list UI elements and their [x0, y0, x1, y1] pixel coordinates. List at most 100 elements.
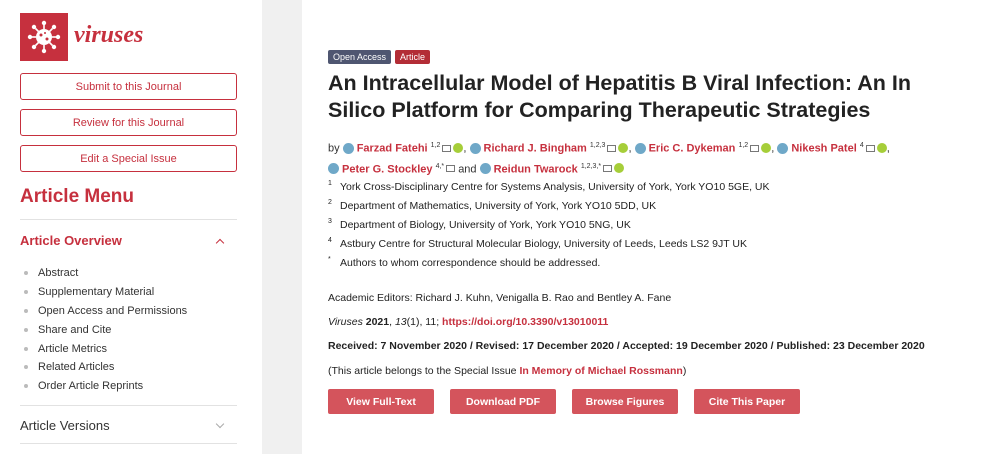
citation-journal: Viruses: [328, 316, 363, 328]
menu-item-abstract[interactable]: Abstract: [24, 264, 187, 283]
affiliation-row: 3 Department of Biology, University of Yo…: [328, 218, 770, 238]
menu-item-label: Order Article Reprints: [38, 380, 144, 393]
affiliation-number: 2: [328, 199, 332, 206]
author-profile-icon[interactable]: [634, 142, 646, 154]
article-type-badge: Article: [395, 50, 431, 64]
menu-item-related[interactable]: Related Articles: [24, 358, 187, 377]
author-profile-icon[interactable]: [777, 142, 789, 154]
author-affiliation-sup: 1,2,3,*: [580, 162, 602, 170]
divider: [20, 219, 237, 220]
author-link[interactable]: Farzad Fatehi: [357, 143, 428, 155]
menu-item-open-access[interactable]: Open Access and Permissions: [24, 302, 187, 321]
article-overview-list: Abstract Supplementary Material Open Acc…: [24, 264, 187, 396]
doi-link[interactable]: https://doi.org/10.3390/v13010011: [442, 316, 608, 328]
menu-item-label: Related Articles: [38, 361, 115, 374]
citation-year: 2021: [365, 316, 390, 328]
browse-figures-button[interactable]: Browse Figures: [572, 389, 678, 414]
email-icon[interactable]: [442, 144, 452, 152]
menu-item-label: Share and Cite: [38, 323, 112, 336]
author-affiliation-sup: 4,*: [435, 162, 445, 170]
orcid-icon[interactable]: [453, 142, 464, 153]
by-label: by: [328, 142, 340, 155]
email-icon[interactable]: [446, 165, 456, 173]
author-profile-icon[interactable]: [479, 163, 491, 175]
affiliation-number: 1: [328, 180, 332, 187]
author-link[interactable]: Peter G. Stockley: [342, 163, 433, 175]
author-affiliation-sup: 1,2,3: [589, 142, 606, 149]
menu-item-supplementary[interactable]: Supplementary Material: [24, 283, 187, 302]
author-link[interactable]: Eric C. Dykeman: [649, 143, 736, 155]
special-issue-note: (This article belongs to the Special Iss…: [328, 365, 686, 377]
article-title: An Intracellular Model of Hepatitis B Vi…: [328, 71, 911, 122]
chevron-down-icon: [215, 419, 225, 428]
edit-special-issue-button[interactable]: Edit a Special Issue: [20, 145, 237, 172]
email-icon[interactable]: [603, 165, 613, 173]
email-icon[interactable]: [607, 144, 617, 152]
orcid-icon[interactable]: [614, 163, 625, 174]
article-menu-title: Article Menu: [20, 186, 135, 207]
menu-item-metrics[interactable]: Article Metrics: [24, 339, 187, 358]
author-list: by Farzad Fatehi 1,2, Richard J. Bingham…: [328, 142, 890, 176]
orcid-icon[interactable]: [761, 142, 772, 153]
author-link[interactable]: Reidun Twarock: [494, 163, 578, 175]
menu-item-label: Abstract: [38, 267, 79, 280]
author-link[interactable]: Nikesh Patel: [791, 143, 856, 155]
affiliation-row: 1 York Cross-Disciplinary Centre for Syst…: [328, 180, 770, 200]
review-journal-button[interactable]: Review for this Journal: [20, 109, 237, 136]
bullet-icon: [24, 384, 28, 389]
journal-logo[interactable]: [20, 13, 68, 61]
menu-item-label: Supplementary Material: [38, 286, 155, 299]
affiliation-text: York Cross-Disciplinary Centre for Syste…: [340, 181, 770, 193]
cite-paper-button[interactable]: Cite This Paper: [694, 389, 800, 414]
menu-item-share-cite[interactable]: Share and Cite: [24, 320, 187, 339]
orcid-icon[interactable]: [618, 142, 629, 153]
article-actions: View Full-Text Download PDF Browse Figur…: [328, 389, 800, 414]
bullet-icon: [24, 346, 28, 351]
menu-item-label: Open Access and Permissions: [38, 304, 188, 317]
article-overview-toggle[interactable]: Article Overview: [20, 233, 237, 248]
affiliation-number: 4: [328, 237, 332, 244]
citation-volume: 13: [394, 316, 407, 328]
affiliation-text: Department of Mathematics, University of…: [340, 200, 657, 212]
virus-icon: [27, 20, 61, 54]
bullet-icon: [24, 308, 28, 313]
orcid-icon[interactable]: [876, 142, 887, 153]
article-versions-toggle[interactable]: Article Versions: [20, 418, 237, 433]
affiliation-row: 4 Astbury Centre for Structural Molecular…: [328, 237, 770, 257]
email-icon[interactable]: [865, 144, 875, 152]
affiliation-text: Astbury Centre for Structural Molecular …: [340, 238, 747, 250]
publication-dates: Received: 7 November 2020 / Revised: 17 …: [328, 340, 925, 352]
author-affiliation-sup: 1,2: [738, 142, 749, 149]
affiliation-number: *: [328, 256, 331, 263]
view-full-text-button[interactable]: View Full-Text: [328, 389, 434, 414]
bullet-icon: [24, 327, 28, 332]
author-profile-icon[interactable]: [328, 163, 339, 175]
article-header: Open Access Article An Intracellular Mod…: [302, 0, 1000, 454]
affiliation-row: * Authors to whom correspondence should b…: [328, 256, 770, 276]
affiliation-text: Department of Biology, University of Yor…: [340, 219, 631, 231]
author-profile-icon[interactable]: [469, 142, 481, 154]
bullet-icon: [24, 271, 28, 276]
article-overview-label: Article Overview: [20, 233, 122, 248]
special-issue-link[interactable]: In Memory of Michael Rossmann: [519, 365, 682, 377]
journal-name[interactable]: viruses: [74, 22, 143, 49]
author-profile-icon[interactable]: [342, 142, 354, 154]
menu-item-reprints[interactable]: Order Article Reprints: [24, 377, 187, 396]
bullet-icon: [24, 365, 28, 370]
article-versions-label: Article Versions: [20, 418, 110, 433]
citation-issue: (1), 11;: [406, 316, 440, 328]
author-link[interactable]: Richard J. Bingham: [484, 143, 587, 155]
chevron-up-icon: [215, 238, 225, 247]
email-icon[interactable]: [750, 144, 760, 152]
and-label: and: [458, 163, 477, 176]
divider: [20, 405, 237, 406]
author-affiliation-sup: 1,2: [430, 142, 441, 149]
special-issue-prefix: (This article belongs to the Special Iss…: [328, 365, 520, 377]
download-pdf-button[interactable]: Download PDF: [450, 389, 556, 414]
divider: [20, 443, 237, 444]
submit-journal-button[interactable]: Submit to this Journal: [20, 73, 237, 100]
affiliation-row: 2 Department of Mathematics, University o…: [328, 199, 770, 219]
menu-item-label: Article Metrics: [38, 342, 108, 355]
academic-editors: Academic Editors: Richard J. Kuhn, Venig…: [328, 292, 672, 304]
affiliation-text: Authors to whom correspondence should be…: [340, 257, 601, 269]
